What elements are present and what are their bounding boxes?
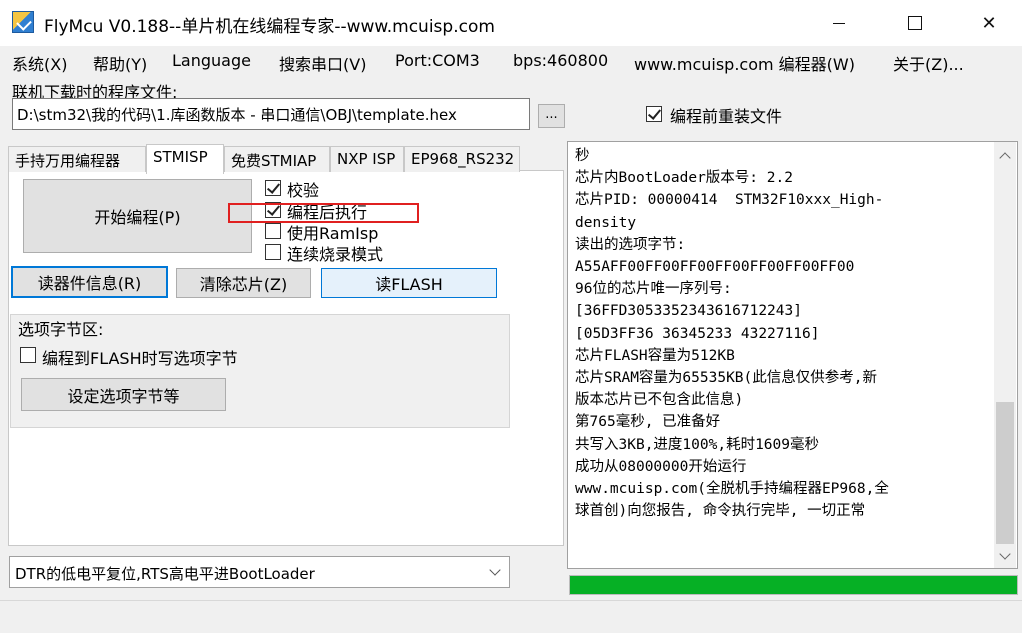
- log-line: 秒: [575, 148, 590, 164]
- tab-handheld-programmer[interactable]: 手持万用编程器: [8, 146, 146, 172]
- tab-ep968-rs232[interactable]: EP968_RS232: [404, 146, 520, 172]
- chevron-down-icon[interactable]: [483, 559, 507, 585]
- scrollbar-thumb[interactable]: [996, 402, 1014, 544]
- log-line: 版本芯片已不包含此信息): [575, 392, 744, 409]
- close-button[interactable]: ✕: [966, 0, 1012, 46]
- log-line: 芯片内BootLoader版本号: 2.2: [575, 170, 793, 187]
- progress-bar-fill: [570, 576, 1017, 594]
- log-line: 成功从08000000开始运行: [575, 458, 747, 475]
- log-line: 共写入3KB,进度100%,耗时1609毫秒: [575, 436, 819, 453]
- dtr-mode-select[interactable]: DTR的低电平复位,RTS高电平进BootLoader: [9, 556, 510, 588]
- log-line: 96位的芯片唯一序列号:: [575, 281, 732, 298]
- log-text: 秒芯片内BootLoader版本号: 2.2 芯片PID: 00000414 ST…: [575, 145, 987, 522]
- option-bytes-title: 选项字节区:: [18, 320, 104, 339]
- verify-label: 校验: [287, 181, 320, 200]
- continuous-burn-label: 连续烧录模式: [287, 245, 384, 264]
- tab-stmisp[interactable]: STMISP: [146, 144, 224, 174]
- tab-free-stmiap[interactable]: 免费STMIAP: [224, 146, 330, 172]
- read-flash-button[interactable]: 读FLASH: [321, 268, 497, 298]
- status-bar: [0, 600, 1022, 633]
- maximize-button[interactable]: [892, 0, 938, 46]
- write-option-bytes-checkbox[interactable]: [20, 347, 36, 363]
- write-option-bytes-label: 编程到FLASH时写选项字节: [42, 349, 238, 368]
- menu-help[interactable]: 帮助(Y): [93, 51, 147, 75]
- log-line: [36FFD3053352343616712243]: [575, 303, 802, 320]
- minimize-button[interactable]: [816, 0, 862, 46]
- maximize-icon: [908, 16, 922, 30]
- log-line: 读出的选项字节:: [575, 236, 686, 253]
- program-file-field[interactable]: D:\stm32\我的代码\1.库函数版本 - 串口通信\OBJ\templat…: [12, 98, 530, 130]
- start-programming-button[interactable]: 开始编程(P): [23, 179, 252, 253]
- continuous-burn-checkbox[interactable]: [265, 244, 281, 260]
- tab-nxp-isp[interactable]: NXP ISP: [330, 146, 404, 172]
- menu-programmer[interactable]: www.mcuisp.com 编程器(W): [634, 51, 855, 75]
- minimize-icon: [833, 22, 845, 24]
- tab-strip: 手持万用编程器 STMISP 免费STMIAP NXP ISP EP968_RS…: [8, 144, 564, 174]
- use-ramisp-checkbox[interactable]: [265, 223, 281, 239]
- read-device-info-button[interactable]: 读器件信息(R): [11, 266, 168, 298]
- log-line: density: [575, 214, 637, 231]
- log-line: 第765毫秒, 已准备好: [575, 414, 721, 431]
- scroll-down-arrow-icon[interactable]: [994, 546, 1016, 566]
- set-option-bytes-button[interactable]: 设定选项字节等: [21, 378, 226, 411]
- scroll-up-arrow-icon[interactable]: [994, 145, 1016, 165]
- close-icon: ✕: [981, 12, 997, 34]
- menu-port[interactable]: Port:COM3: [395, 51, 480, 70]
- log-line: A55AFF00FF00FF00FF00FF00FF00FF00: [575, 259, 855, 276]
- menu-search-port[interactable]: 搜索串口(V): [279, 51, 366, 75]
- log-line: [05D3FF36 36345233 43227116]: [575, 325, 820, 342]
- log-line: 芯片PID: 00000414 STM32F10xxx_High-: [575, 192, 884, 209]
- menu-language[interactable]: Language: [172, 51, 251, 70]
- app-icon: [12, 11, 34, 33]
- menu-about[interactable]: 关于(Z)...: [893, 51, 964, 75]
- erase-chip-button[interactable]: 清除芯片(Z): [176, 268, 311, 298]
- browse-button[interactable]: ...: [538, 104, 565, 128]
- verify-checkbox[interactable]: [265, 180, 281, 196]
- log-line: 芯片FLASH容量为512KB: [575, 347, 735, 364]
- menu-system[interactable]: 系统(X): [12, 51, 67, 75]
- annotation-highlight-box: [228, 203, 419, 223]
- reload-before-program-checkbox[interactable]: [646, 106, 662, 122]
- log-line: www.mcuisp.com(全脱机手持编程器EP968,全: [575, 481, 889, 498]
- window-title: FlyMcu V0.188--单片机在线编程专家--www.mcuisp.com: [44, 17, 495, 37]
- log-line: 球首创)向您报告, 命令执行完毕, 一切正常: [575, 503, 866, 520]
- menu-bar: 系统(X) 帮助(Y) Language 搜索串口(V) Port:COM3 b…: [0, 48, 1022, 76]
- log-line: 芯片SRAM容量为65535KB(此信息仅供参考,新: [575, 370, 877, 387]
- reload-before-program-label: 编程前重装文件: [670, 107, 783, 126]
- menu-baud-rate[interactable]: bps:460800: [513, 51, 608, 70]
